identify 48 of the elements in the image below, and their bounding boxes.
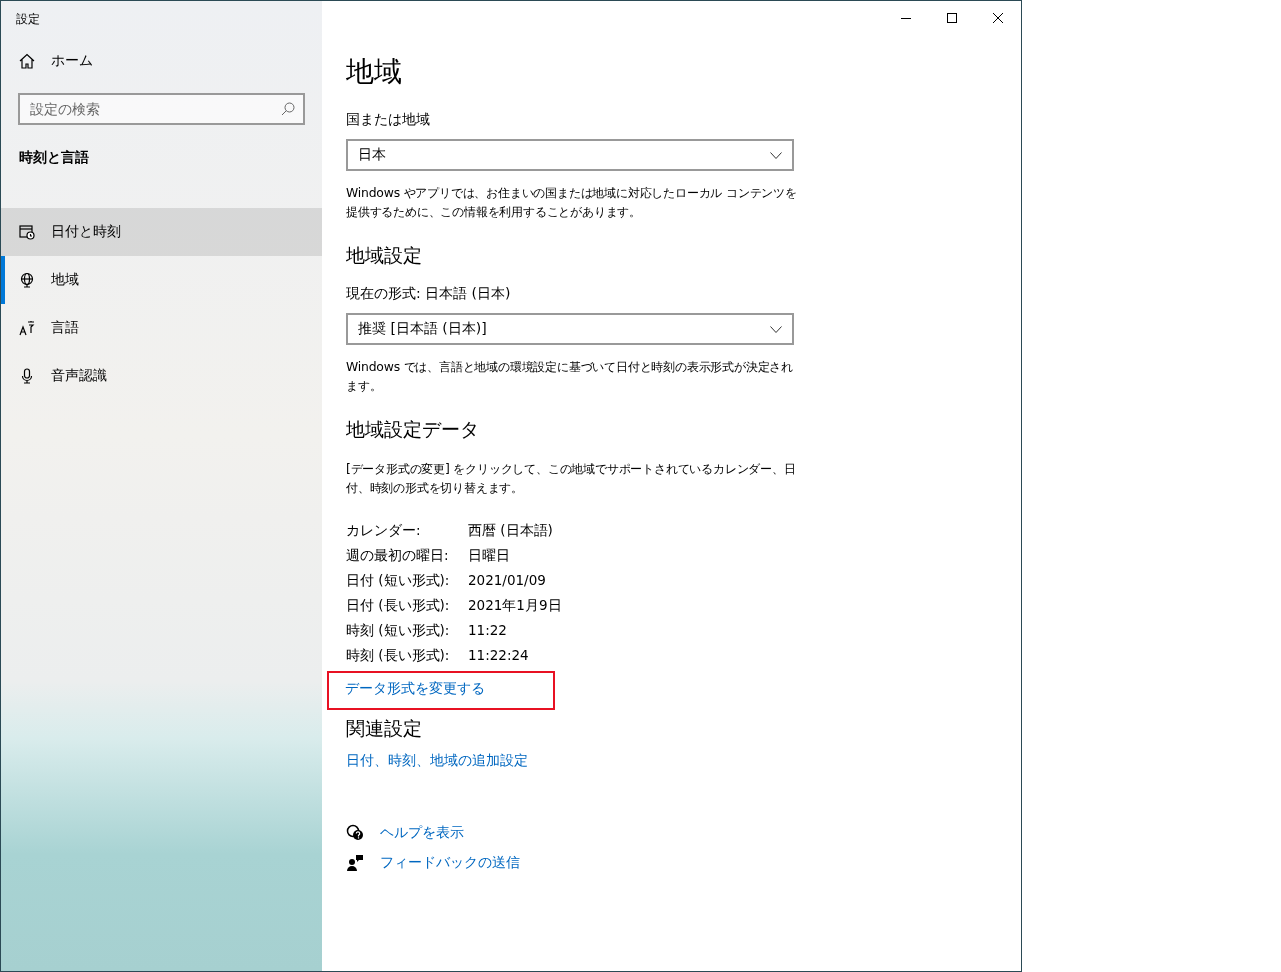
format-label: 週の最初の曜日: (346, 547, 449, 563)
feedback-person-icon (346, 854, 364, 872)
section-heading: 時刻と言語 (19, 149, 89, 165)
additional-settings-link[interactable]: 日付、時刻、地域の追加設定 (346, 752, 528, 770)
nav-item[interactable]: 言語 (1, 304, 322, 352)
format-label: 日付 (短い形式): (346, 572, 450, 588)
format-label: 時刻 (長い形式): (346, 647, 450, 663)
change-format-link[interactable]: データ形式を変更する (327, 671, 555, 710)
microphone-icon (19, 368, 35, 384)
chevron-down-icon (770, 325, 782, 333)
format-value: 日曜日 (468, 547, 510, 563)
field-label: 現在の形式: 日本語 (日本) (346, 285, 511, 301)
page-title: 地域 (346, 55, 402, 88)
format-label: カレンダー: (346, 522, 421, 538)
format-value: 2021年1月9日 (468, 597, 562, 613)
description-text: Windows では、言語と地域の環境設定に基づいて日付と時刻の表示形式が決定されます。 (346, 358, 795, 395)
nav-item[interactable]: 日付と時刻 (1, 208, 322, 256)
help-chat-icon (346, 824, 364, 842)
format-value: 11:22 (468, 622, 507, 638)
section-heading: 地域設定データ (346, 418, 479, 440)
format-value: 2021/01/09 (468, 572, 546, 588)
globe-icon (19, 272, 35, 288)
home-link[interactable]: ホーム (1, 37, 322, 85)
nav-item[interactable]: 地域 (1, 256, 322, 304)
window-title: 設定 (16, 12, 40, 26)
format-label: 日付 (長い形式): (346, 597, 450, 613)
field-label: 国または地域 (346, 111, 430, 127)
language-icon (19, 320, 35, 336)
section-heading: 関連設定 (346, 717, 422, 739)
country-dropdown[interactable]: 日本 (346, 139, 794, 171)
calendar-clock-icon (19, 224, 35, 240)
format-label: 時刻 (短い形式): (346, 622, 450, 638)
help-link[interactable]: フィードバックの送信 (380, 854, 520, 872)
minimize-icon (901, 17, 911, 19)
description-text: Windows やアプリでは、お住まいの国または地域に対応したローカル コンテンツを提供するために、この情報を利用することがあります。 (346, 184, 798, 221)
format-dropdown[interactable]: 推奨 [日本語 (日本)] (346, 313, 794, 345)
maximize-icon (947, 13, 957, 23)
section-heading: 地域設定 (346, 244, 422, 266)
format-value: 西暦 (日本語) (468, 522, 553, 538)
close-icon (993, 13, 1003, 23)
nav-item[interactable]: 音声認識 (1, 352, 322, 400)
description-text: [データ形式の変更] をクリックして、この地域でサポートされているカレンダー、日付、時刻の形式を切り替えます。 (346, 460, 797, 497)
format-value: 11:22:24 (468, 647, 529, 663)
search-icon (281, 102, 295, 116)
home-icon (19, 53, 35, 69)
help-link[interactable]: ヘルプを表示 (380, 824, 464, 842)
search-field[interactable]: 設定の検索 (18, 93, 305, 125)
chevron-down-icon (770, 151, 782, 159)
